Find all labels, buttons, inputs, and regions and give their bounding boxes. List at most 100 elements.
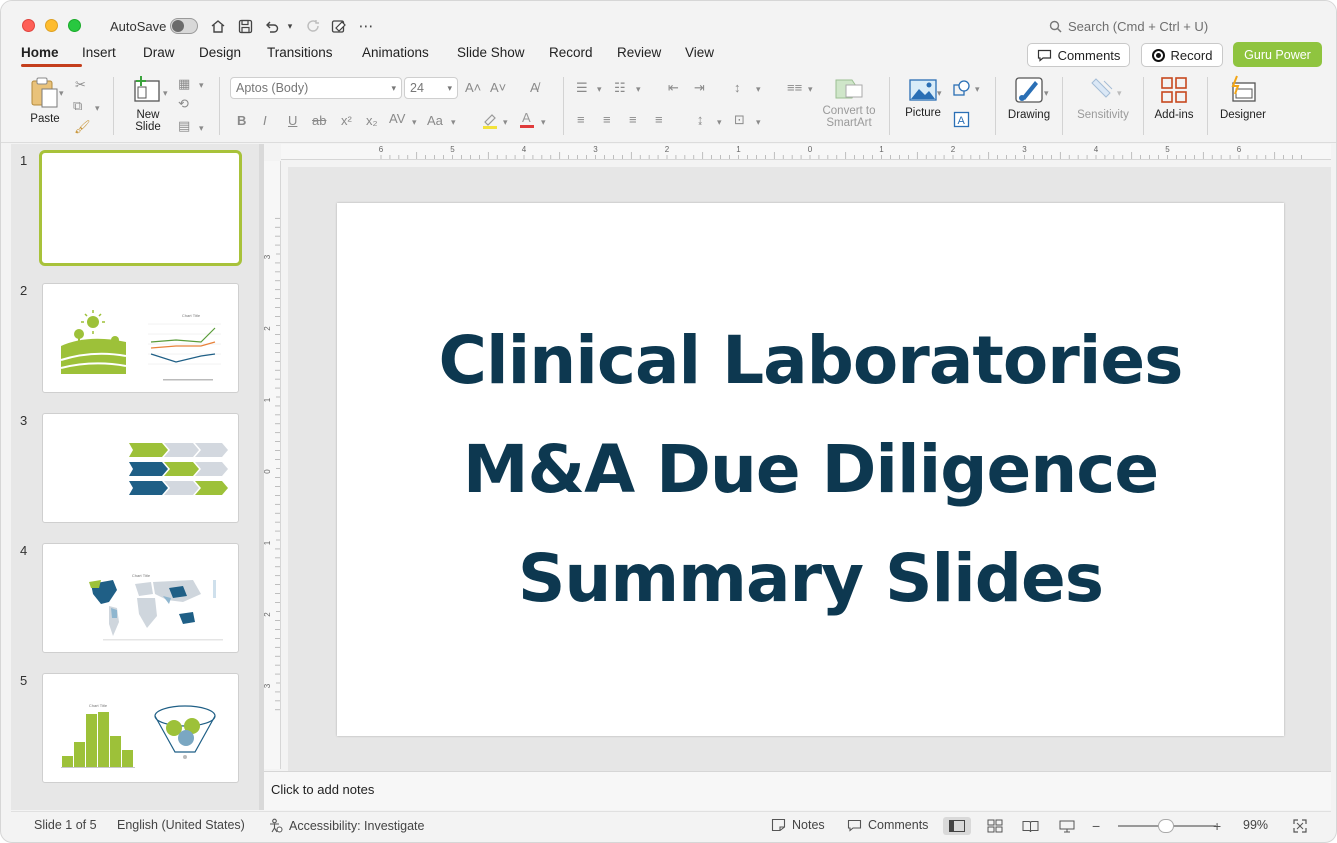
notes-pane[interactable]: Click to add notes xyxy=(264,771,1331,810)
slide-thumbnail-5[interactable]: Chart Title xyxy=(42,673,239,783)
shapes-dropdown-icon[interactable]: ▾ xyxy=(975,81,980,97)
home-icon[interactable] xyxy=(208,15,228,37)
slide-thumbnail-3[interactable] xyxy=(42,413,239,523)
layout-dropdown-icon[interactable]: ▾ xyxy=(199,77,204,93)
text-box-icon[interactable]: A xyxy=(953,111,970,132)
slide-sorter-view-button[interactable] xyxy=(981,817,1009,835)
text-direction-dropdown-icon[interactable]: ▾ xyxy=(717,114,722,130)
shapes-icon[interactable] xyxy=(953,80,971,101)
numbering-dropdown-icon[interactable]: ▾ xyxy=(636,81,641,97)
tab-transitions[interactable]: Transitions xyxy=(267,45,362,67)
cut-icon[interactable]: ✂ xyxy=(75,77,86,93)
more-options-icon[interactable]: ⋯ xyxy=(356,15,376,37)
tab-design[interactable]: Design xyxy=(199,45,267,67)
tab-draw[interactable]: Draw xyxy=(143,45,199,67)
normal-view-button[interactable] xyxy=(943,817,971,835)
layout-icon[interactable]: ▦ xyxy=(178,76,190,92)
picture-dropdown-icon[interactable]: ▾ xyxy=(937,85,942,101)
bullets-dropdown-icon[interactable]: ▾ xyxy=(597,81,602,97)
line-spacing-icon[interactable]: ↕ xyxy=(734,80,741,96)
zoom-slider-handle[interactable] xyxy=(1158,819,1174,833)
highlight-dropdown-icon[interactable]: ▾ xyxy=(503,114,508,130)
drawing-dropdown-icon[interactable]: ▾ xyxy=(1044,85,1049,101)
columns-icon[interactable]: ≡≡ xyxy=(787,80,802,96)
justify-icon[interactable]: ≡ xyxy=(655,112,663,128)
comments-button[interactable]: Comments xyxy=(1027,43,1130,67)
subscript-icon[interactable]: x₂ xyxy=(366,113,378,129)
italic-icon[interactable]: I xyxy=(263,113,267,129)
increase-indent-icon[interactable]: ⇥ xyxy=(694,80,705,96)
autosave-toggle[interactable] xyxy=(170,18,198,34)
tab-record[interactable]: Record xyxy=(549,45,617,67)
tab-animations[interactable]: Animations xyxy=(362,45,457,67)
line-spacing-dropdown-icon[interactable]: ▾ xyxy=(756,81,761,97)
fit-to-window-button[interactable] xyxy=(1286,817,1314,835)
font-size-combo[interactable]: 24 ▾ xyxy=(404,77,458,99)
align-left-icon[interactable]: ≡ xyxy=(577,112,585,128)
decrease-indent-icon[interactable]: ⇤ xyxy=(668,80,679,96)
font-color-icon[interactable]: A xyxy=(519,110,535,133)
align-text-icon[interactable]: ⊡ xyxy=(734,112,745,128)
tab-insert[interactable]: Insert xyxy=(82,45,143,67)
undo-icon[interactable] xyxy=(262,15,282,37)
increase-font-icon[interactable]: A˄ xyxy=(465,80,481,96)
zoom-in-button[interactable]: + xyxy=(1213,818,1221,834)
slideshow-view-button[interactable] xyxy=(1053,817,1081,835)
sensitivity-button[interactable]: Sensitivity xyxy=(1073,75,1133,121)
convert-smartart-button[interactable]: Convert to SmartArt xyxy=(819,77,879,129)
format-painter-icon[interactable]: 🖌 xyxy=(74,119,91,135)
section-dropdown-icon[interactable]: ▾ xyxy=(199,120,204,136)
zoom-out-button[interactable]: − xyxy=(1092,818,1100,834)
reading-view-button[interactable] xyxy=(1016,817,1044,835)
bold-icon[interactable]: B xyxy=(237,113,246,129)
search-box[interactable]: Search (Cmd + Ctrl + U) xyxy=(1049,19,1208,34)
section-icon[interactable]: ▤ xyxy=(178,118,190,134)
notes-toggle-button[interactable]: Notes xyxy=(771,818,825,832)
character-spacing-dropdown-icon[interactable]: ▾ xyxy=(412,114,417,130)
font-color-dropdown-icon[interactable]: ▾ xyxy=(541,114,546,130)
slide-thumbnail-4[interactable]: Chart Title xyxy=(42,543,239,653)
align-right-icon[interactable]: ≡ xyxy=(629,112,637,128)
tab-home[interactable]: Home xyxy=(21,45,82,67)
copy-icon[interactable]: ⧉ xyxy=(73,98,82,114)
slide-editor[interactable]: Clinical Laboratories M&A Due Diligence … xyxy=(337,203,1284,736)
tab-review[interactable]: Review xyxy=(617,45,685,67)
comments-toggle-button[interactable]: Comments xyxy=(847,818,928,832)
paste-dropdown-icon[interactable]: ▾ xyxy=(59,85,64,101)
strikethrough-icon[interactable]: ab xyxy=(312,113,326,129)
decrease-font-icon[interactable]: A˅ xyxy=(490,80,506,96)
accessibility-button[interactable]: Accessibility: Investigate xyxy=(268,818,424,833)
copy-dropdown-icon[interactable]: ▾ xyxy=(95,100,100,116)
tab-slide-show[interactable]: Slide Show xyxy=(457,45,549,67)
new-slide-dropdown-icon[interactable]: ▾ xyxy=(163,85,168,101)
addins-button[interactable]: Add-ins xyxy=(1151,75,1197,121)
change-case-icon[interactable]: Aa xyxy=(427,113,443,129)
character-spacing-icon[interactable]: AV xyxy=(389,111,405,127)
format-painter-qat-icon[interactable] xyxy=(329,15,349,37)
language-indicator[interactable]: English (United States) xyxy=(117,818,245,832)
align-center-icon[interactable]: ≡ xyxy=(603,112,611,128)
numbering-icon[interactable]: ☷ xyxy=(614,80,626,96)
underline-icon[interactable]: U xyxy=(288,113,297,129)
bullets-icon[interactable]: ☰ xyxy=(576,80,588,96)
clear-formatting-icon[interactable]: A̸ xyxy=(530,80,539,96)
sensitivity-dropdown-icon[interactable]: ▾ xyxy=(1117,85,1122,101)
slide-title[interactable]: Clinical Laboratories M&A Due Diligence … xyxy=(381,306,1241,633)
minimize-window-button[interactable] xyxy=(45,19,58,32)
columns-dropdown-icon[interactable]: ▾ xyxy=(808,81,813,97)
superscript-icon[interactable]: x² xyxy=(341,113,352,129)
text-direction-icon[interactable]: ↨ xyxy=(697,112,704,128)
save-icon[interactable] xyxy=(235,15,255,37)
new-slide-button[interactable]: New Slide xyxy=(127,75,169,133)
close-window-button[interactable] xyxy=(22,19,35,32)
redo-icon[interactable] xyxy=(303,15,323,37)
reset-icon[interactable]: ⟲ xyxy=(178,96,189,112)
record-button[interactable]: Record xyxy=(1141,43,1223,67)
slide-thumbnail-1[interactable] xyxy=(39,150,242,266)
guru-power-button[interactable]: Guru Power xyxy=(1233,42,1322,67)
tab-view[interactable]: View xyxy=(685,45,725,67)
maximize-window-button[interactable] xyxy=(68,19,81,32)
align-text-dropdown-icon[interactable]: ▾ xyxy=(756,114,761,130)
slide-thumbnail-2[interactable]: Chart Title xyxy=(42,283,239,393)
designer-button[interactable]: Designer xyxy=(1217,75,1269,121)
